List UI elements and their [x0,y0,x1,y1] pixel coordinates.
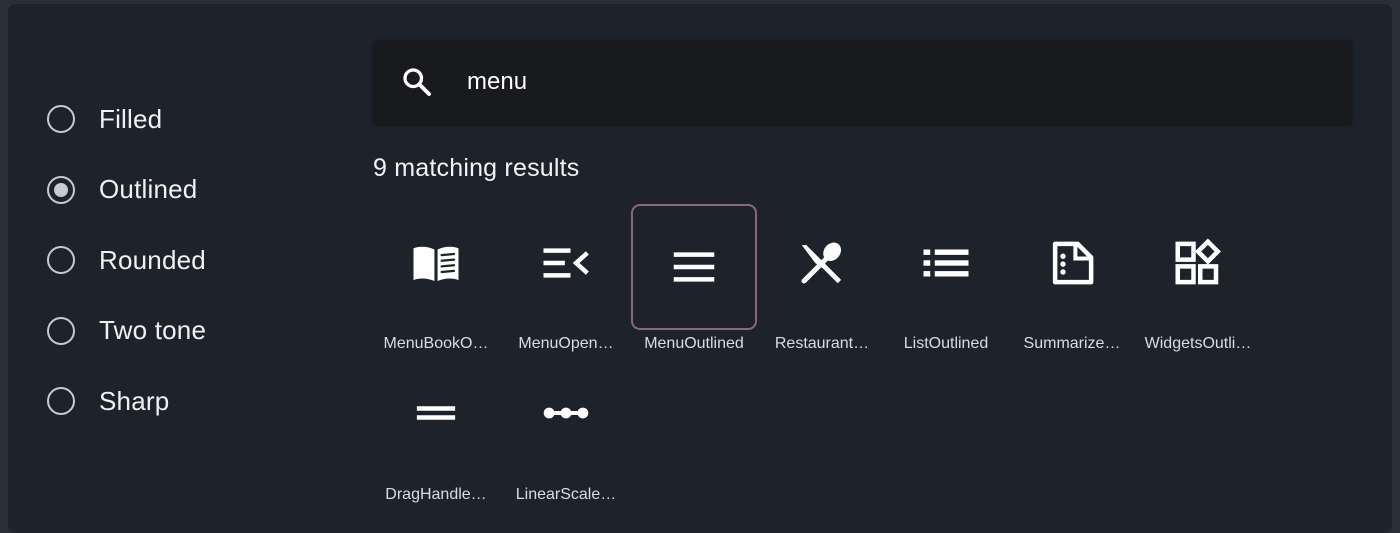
icon-tile-list[interactable] [883,200,1009,326]
icon-tile-label: DragHandle… [385,486,487,503]
menu-icon [673,252,715,282]
search-icon[interactable] [399,64,435,100]
icon-tile-label: Restaurant… [774,335,870,352]
radio-outlined[interactable]: Outlined [47,155,206,226]
theme-radio-group: Filled Outlined Rounded Two tone Sharp [47,84,206,437]
results-count: 9 matching results [373,154,580,182]
radio-label: Two tone [99,315,207,346]
radio-rounded[interactable]: Rounded [47,225,206,296]
widgets-icon [1175,238,1221,285]
drag-handle-icon [416,406,456,420]
radio-circle[interactable] [47,105,75,134]
icon-tile-label: LinearScale… [515,486,617,503]
radio-circle[interactable] [47,316,75,345]
radio-circle[interactable] [47,246,75,275]
radio-label: Rounded [99,244,206,275]
search-bar[interactable] [373,40,1352,124]
radio-label: Sharp [99,385,170,416]
radio-filled[interactable]: Filled [47,84,206,155]
list-icon [923,249,969,277]
menu-open-icon [543,248,589,278]
icon-tile-label: MenuOutlined [644,335,744,352]
search-input[interactable] [467,60,1327,104]
icon-tile-menu-selected[interactable] [631,204,757,330]
icon-tile-drag-handle[interactable] [373,350,499,476]
linear-scale-icon [543,407,589,419]
icon-tile-linear-scale[interactable] [503,350,629,476]
icon-tile-label: WidgetsOutli… [1144,335,1252,352]
icon-tile-label: Summarize… [1023,335,1121,352]
restaurant-menu-icon [801,242,842,284]
icon-tile-widgets[interactable] [1135,200,1261,326]
icon-tile-label: ListOutlined [903,335,989,352]
radio-circle-checked[interactable] [47,175,75,204]
radio-circle[interactable] [47,387,75,416]
menu-book-icon [413,246,459,281]
icon-search-panel: Filled Outlined Rounded Two tone Sharp 9… [8,4,1392,533]
icon-tile-menu-book[interactable] [373,200,499,326]
radio-two-tone[interactable]: Two tone [47,296,206,367]
radio-label: Outlined [99,174,198,205]
summarize-icon [1052,241,1094,285]
icon-tile-restaurant-menu[interactable] [759,200,885,326]
icon-tile-summarize[interactable] [1009,200,1135,326]
radio-label: Filled [99,103,163,134]
radio-dot [54,182,68,197]
radio-sharp[interactable]: Sharp [47,366,206,437]
icon-tile-menu-open[interactable] [503,200,629,326]
